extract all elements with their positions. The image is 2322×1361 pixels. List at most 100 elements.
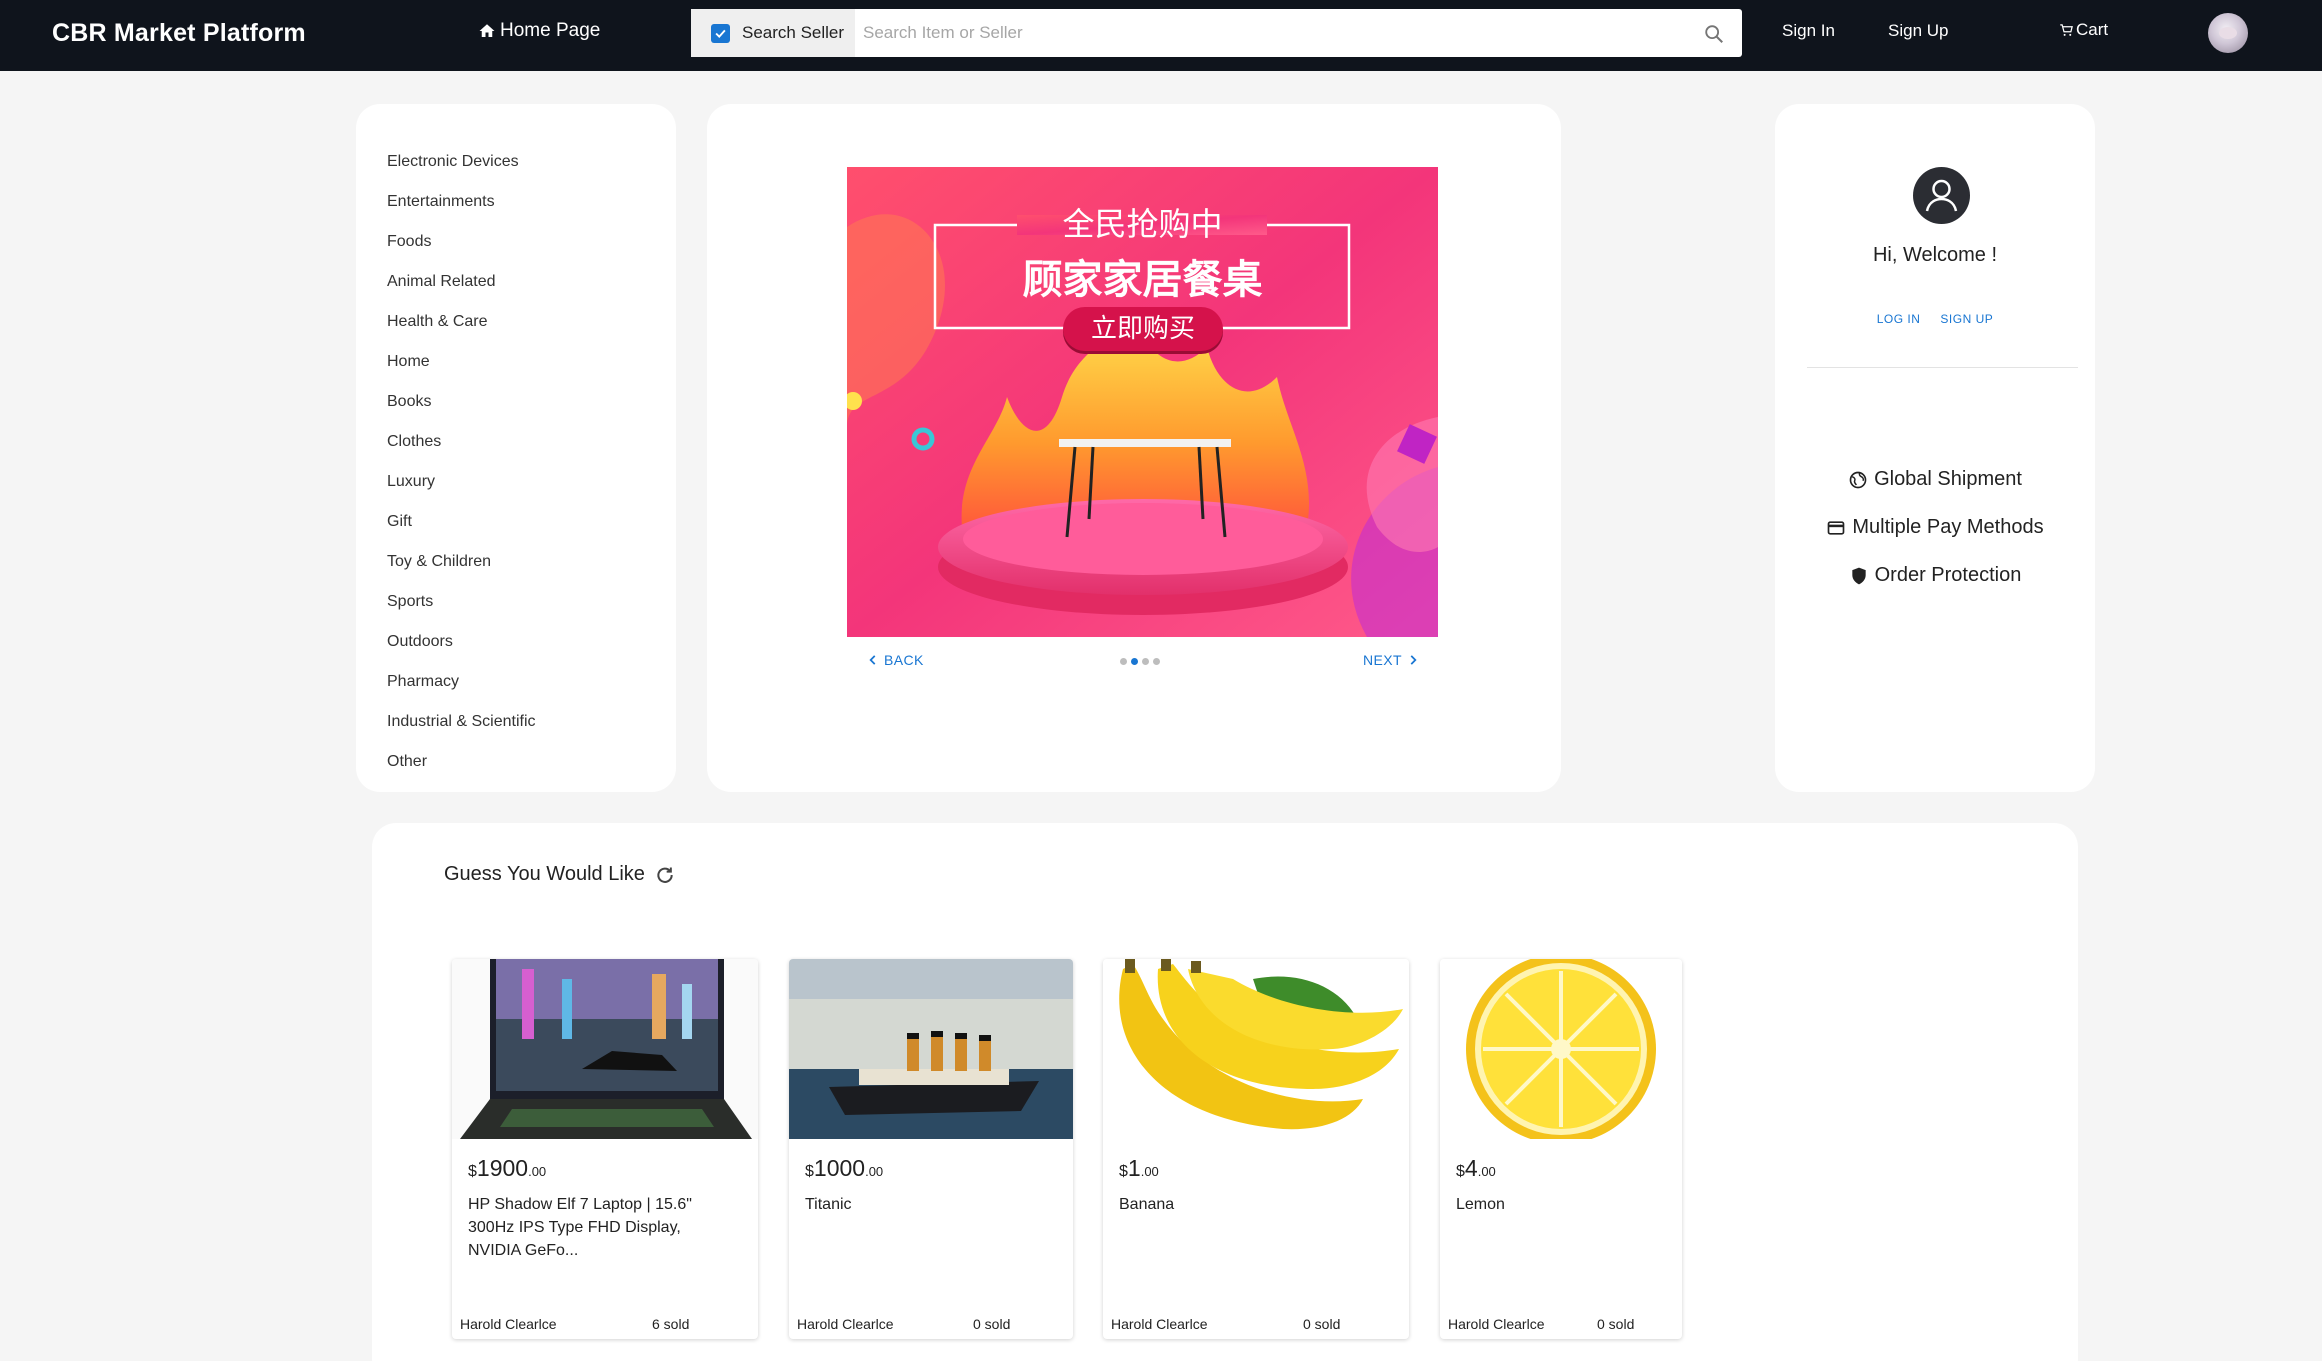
- feature-label: Global Shipment: [1874, 468, 2022, 490]
- product-name[interactable]: Banana: [1119, 1193, 1369, 1216]
- product-image[interactable]: [1440, 959, 1682, 1139]
- cart-link[interactable]: Cart: [2059, 20, 2108, 40]
- welcome-panel: Hi, Welcome ! LOG IN SIGN UP Global Ship…: [1775, 104, 2095, 792]
- category-item[interactable]: Books: [387, 384, 536, 424]
- category-list: Electronic Devices Entertainments Foods …: [387, 144, 536, 784]
- category-item[interactable]: Toy & Children: [387, 544, 536, 584]
- account-circle-icon: [1913, 167, 1970, 224]
- recommendations-heading: Guess You Would Like: [444, 863, 645, 885]
- brand-title[interactable]: CBR Market Platform: [52, 19, 306, 48]
- feature-global-shipment: Global Shipment: [1775, 468, 2095, 491]
- product-seller[interactable]: Harold Clearlce: [797, 1316, 893, 1332]
- carousel-dot[interactable]: [1120, 658, 1127, 665]
- product-name[interactable]: HP Shadow Elf 7 Laptop | 15.6" 300Hz IPS…: [468, 1193, 718, 1262]
- search-bar: Search Seller: [691, 9, 1742, 57]
- category-item[interactable]: Home: [387, 344, 536, 384]
- feature-order-protection: Order Protection: [1775, 564, 2095, 587]
- search-seller-toggle[interactable]: Search Seller: [691, 9, 855, 57]
- carousel-dot-active[interactable]: [1131, 658, 1138, 665]
- price-decimals: .00: [1477, 1164, 1496, 1179]
- product-name[interactable]: Lemon: [1456, 1193, 1656, 1216]
- carousel-next-button[interactable]: NEXT: [1363, 652, 1420, 668]
- checkbox-checked-icon[interactable]: [711, 23, 730, 43]
- recommendations-panel: Guess You Would Like $1900.00 HP Shadow …: [372, 823, 2078, 1361]
- search-seller-label: Search Seller: [742, 23, 845, 42]
- search-icon[interactable]: [1703, 23, 1725, 45]
- product-image[interactable]: [789, 959, 1073, 1139]
- carousel-dot[interactable]: [1153, 658, 1160, 665]
- product-seller[interactable]: Harold Clearlce: [460, 1316, 556, 1332]
- product-price: $4.00: [1456, 1155, 1496, 1182]
- category-item[interactable]: Luxury: [387, 464, 536, 504]
- price-amount: 1900: [476, 1155, 529, 1181]
- welcome-greeting: Hi, Welcome !: [1872, 244, 1998, 266]
- category-item[interactable]: Electronic Devices: [387, 144, 536, 184]
- category-item[interactable]: Pharmacy: [387, 664, 536, 704]
- product-sold-count: 6 sold: [652, 1316, 690, 1332]
- divider: [1807, 367, 2078, 368]
- product-seller[interactable]: Harold Clearlce: [1111, 1316, 1207, 1332]
- cart-icon: [2060, 23, 2073, 36]
- product-card[interactable]: $1900.00 HP Shadow Elf 7 Laptop | 15.6" …: [452, 959, 758, 1339]
- product-name[interactable]: Titanic: [805, 1193, 1055, 1216]
- auth-links: LOG IN SIGN UP: [1775, 312, 2095, 326]
- price-currency: $: [805, 1163, 814, 1180]
- feature-label: Multiple Pay Methods: [1852, 516, 2044, 538]
- category-item[interactable]: Industrial & Scientific: [387, 704, 536, 744]
- product-card[interactable]: $1000.00 Titanic Harold Clearlce 0 sold: [789, 959, 1073, 1339]
- product-image[interactable]: [1103, 959, 1409, 1139]
- price-amount: 1: [1127, 1155, 1141, 1181]
- feature-label: Order Protection: [1874, 564, 2022, 586]
- product-card[interactable]: $1.00 Banana Harold Clearlce 0 sold: [1103, 959, 1409, 1339]
- home-page-link[interactable]: Home Page: [478, 20, 600, 42]
- refresh-icon[interactable]: [655, 865, 675, 885]
- product-sold-count: 0 sold: [1597, 1316, 1635, 1332]
- price-decimals: .00: [528, 1164, 547, 1179]
- cart-label: Cart: [2076, 20, 2109, 39]
- category-item[interactable]: Gift: [387, 504, 536, 544]
- product-sold-count: 0 sold: [973, 1316, 1011, 1332]
- carousel-back-button[interactable]: BACK: [866, 652, 924, 668]
- shield-icon: [1851, 567, 1866, 584]
- search-input[interactable]: [863, 9, 1683, 57]
- product-card[interactable]: $4.00 Lemon Harold Clearlce 0 sold: [1440, 959, 1682, 1339]
- product-image[interactable]: [452, 959, 758, 1139]
- banner-headline: 全民抢购中: [1062, 205, 1223, 243]
- product-price: $1.00: [1119, 1155, 1159, 1182]
- category-item[interactable]: Outdoors: [387, 624, 536, 664]
- category-item[interactable]: Clothes: [387, 424, 536, 464]
- home-page-label: Home Page: [500, 20, 601, 41]
- top-app-bar: CBR Market Platform Home Page Search Sel…: [0, 0, 2322, 71]
- category-item[interactable]: Other: [387, 744, 536, 784]
- globe-icon: [1849, 471, 1867, 488]
- signup-link[interactable]: SIGN UP: [1940, 312, 1993, 326]
- chevron-right-icon: [1410, 655, 1417, 665]
- category-item[interactable]: Health & Care: [387, 304, 536, 344]
- sign-in-link[interactable]: Sign In: [1782, 21, 1835, 41]
- price-decimals: .00: [1140, 1164, 1159, 1179]
- carousel-dot[interactable]: [1142, 658, 1149, 665]
- banner-buy-button[interactable]: 立即购买: [1063, 307, 1223, 351]
- category-item[interactable]: Entertainments: [387, 184, 536, 224]
- feature-multiple-pay-methods: Multiple Pay Methods: [1775, 516, 2095, 539]
- promo-banner[interactable]: 全民抢购中 顾家家居餐桌 立即购买: [847, 167, 1438, 637]
- banner-title: 顾家家居餐桌: [1022, 257, 1263, 303]
- product-price: $1900.00: [468, 1155, 546, 1182]
- price-amount: 4: [1464, 1155, 1478, 1181]
- product-sold-count: 0 sold: [1303, 1316, 1341, 1332]
- category-item[interactable]: Sports: [387, 584, 536, 624]
- home-icon: [479, 24, 495, 37]
- category-item[interactable]: Foods: [387, 224, 536, 264]
- carousel-dots: [1120, 658, 1160, 665]
- carousel-panel: 全民抢购中 顾家家居餐桌 立即购买 BACK NEXT: [707, 104, 1561, 792]
- product-seller[interactable]: Harold Clearlce: [1448, 1316, 1544, 1332]
- price-currency: $: [1456, 1163, 1465, 1180]
- chevron-left-icon: [869, 655, 876, 665]
- product-price: $1000.00: [805, 1155, 883, 1182]
- category-item[interactable]: Animal Related: [387, 264, 536, 304]
- user-avatar[interactable]: [2208, 13, 2248, 53]
- next-label: NEXT: [1363, 652, 1402, 668]
- sign-up-link[interactable]: Sign Up: [1888, 21, 1948, 41]
- category-panel: Electronic Devices Entertainments Foods …: [356, 104, 676, 792]
- login-link[interactable]: LOG IN: [1877, 312, 1921, 326]
